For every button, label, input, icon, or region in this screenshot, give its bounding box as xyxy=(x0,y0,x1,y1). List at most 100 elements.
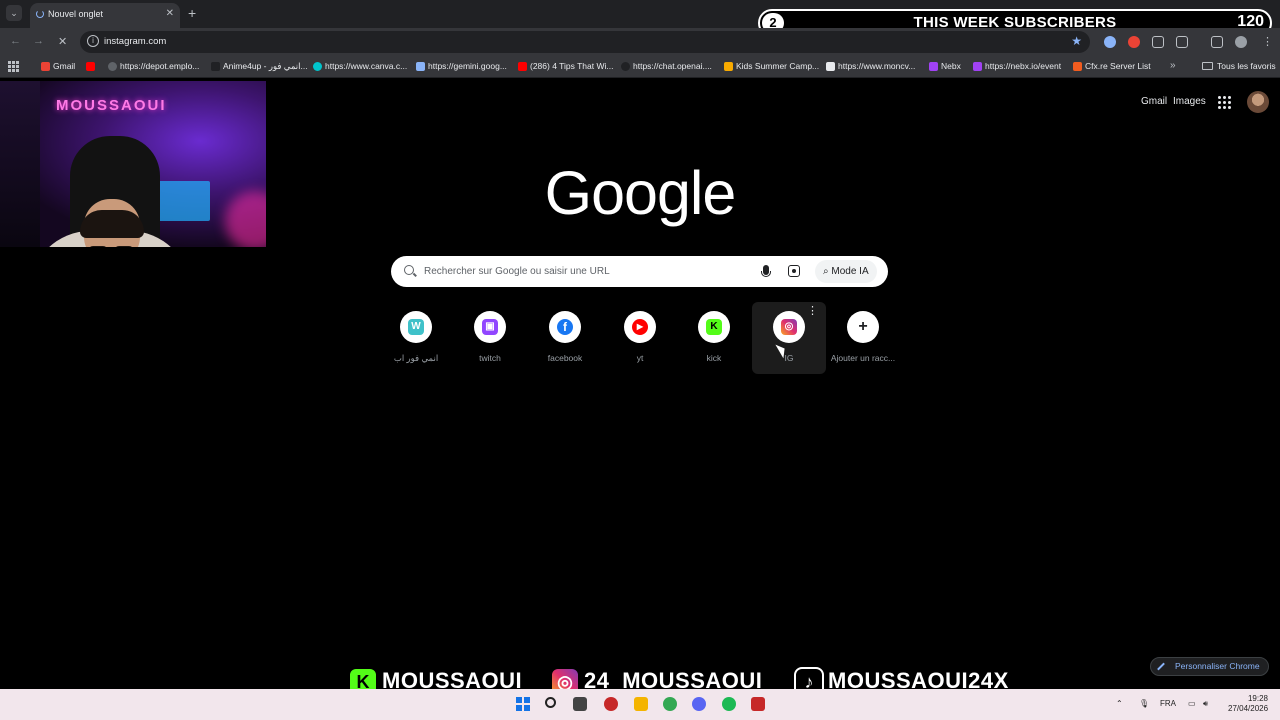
google-apps-icon[interactable] xyxy=(1218,96,1231,109)
new-tab-button[interactable]: + xyxy=(188,4,196,22)
back-icon[interactable]: ← xyxy=(10,35,21,47)
downloads-icon[interactable] xyxy=(1211,36,1223,48)
bookmarks-bar: Gmail https://depot.emplo... Anime4up - … xyxy=(0,56,1280,78)
bookmark-item[interactable]: Nebx xyxy=(929,61,961,71)
shortcut-icon-circle: ▶ xyxy=(624,311,656,343)
canva-icon xyxy=(313,62,322,71)
bookmark-item[interactable]: https://www.moncv... xyxy=(826,61,915,71)
youtube-icon xyxy=(86,62,95,71)
bookmarks-overflow-icon[interactable]: » xyxy=(1170,60,1176,71)
file-explorer-icon[interactable] xyxy=(634,697,648,711)
webcam-background xyxy=(0,81,40,247)
spotify-icon[interactable] xyxy=(722,697,736,711)
extension-record-icon[interactable] xyxy=(1128,36,1140,48)
forward-icon[interactable]: → xyxy=(33,35,44,47)
task-view-icon[interactable] xyxy=(573,697,587,711)
shortcut-instagram[interactable]: ◎ IG ⋮ xyxy=(752,302,826,374)
shortcut-label: twitch xyxy=(479,353,501,363)
google-logo: Google xyxy=(544,159,737,227)
language-indicator[interactable]: FRA xyxy=(1160,699,1176,708)
bookmark-item[interactable]: Gmail xyxy=(41,61,75,71)
bookmark-item[interactable]: https://nebx.io/event xyxy=(973,61,1061,71)
browser-menu-icon[interactable]: ⋮ xyxy=(1262,35,1273,48)
system-tray-chevron-icon[interactable]: ⌃ xyxy=(1116,699,1123,708)
tab-title: Nouvel onglet xyxy=(48,9,104,19)
bookmark-label: (286) 4 Tips That Wi... xyxy=(530,61,614,71)
shortcut-icon-circle: W xyxy=(400,311,432,343)
facebook-icon: f xyxy=(557,319,573,335)
gmail-icon xyxy=(41,62,50,71)
bookmark-item[interactable]: https://chat.openai.... xyxy=(621,61,712,71)
shortcut-label: facebook xyxy=(547,353,583,363)
apps-grid-icon[interactable] xyxy=(8,61,19,72)
shortcut-youtube[interactable]: ▶ yt xyxy=(603,302,677,374)
shortcut-twitch[interactable]: ▣ twitch xyxy=(453,302,527,374)
all-bookmarks-button[interactable]: Tous les favoris xyxy=(1202,61,1276,71)
network-icon[interactable]: ▭ xyxy=(1188,699,1196,708)
kick-icon: K xyxy=(706,319,722,335)
instagram-icon: ◎ xyxy=(781,319,797,335)
gmail-link[interactable]: Gmail xyxy=(1141,96,1167,107)
shortcut-anime4up[interactable]: W انمي فور اب xyxy=(379,302,453,374)
address-url[interactable]: instagram.com xyxy=(104,36,166,47)
taskbar-clock[interactable]: 19:28 27/04/2026 xyxy=(1228,694,1268,714)
bookmark-label: https://depot.emplo... xyxy=(120,61,200,71)
address-bar[interactable]: i instagram.com ★ xyxy=(80,31,1090,53)
bookmark-label: https://nebx.io/event xyxy=(985,61,1062,71)
bookmark-item[interactable]: https://gemini.goog... xyxy=(416,61,507,71)
bookmark-label: https://www.moncv... xyxy=(838,61,916,71)
images-link[interactable]: Images xyxy=(1173,96,1206,107)
shortcut-add[interactable]: + Ajouter un racc... xyxy=(826,302,900,374)
bookmark-item[interactable]: Anime4up - انمي فور... xyxy=(211,61,308,72)
game-icon[interactable] xyxy=(751,697,765,711)
shortcut-kick[interactable]: K kick xyxy=(677,302,751,374)
toolbar: ← → ✕ i instagram.com ★ ⋮ xyxy=(0,28,1280,56)
app-icon[interactable] xyxy=(604,697,618,711)
pencil-icon xyxy=(1157,662,1165,671)
search-icon xyxy=(404,265,414,275)
microphone-icon[interactable]: 🎙︎ xyxy=(1139,699,1149,708)
bookmark-item[interactable]: https://depot.emplo... xyxy=(108,61,199,71)
bookmark-label: Kids Summer Camp... xyxy=(736,61,820,71)
google-lens-icon[interactable] xyxy=(788,265,800,277)
extension-grid-icon[interactable] xyxy=(1152,36,1164,48)
extension-audio-icon[interactable] xyxy=(1104,36,1116,48)
mode-ia-label: Mode IA xyxy=(831,266,869,277)
site-info-icon[interactable]: i xyxy=(87,35,99,47)
tab-close-icon[interactable]: ✕ xyxy=(166,3,174,25)
stop-loading-icon[interactable]: ✕ xyxy=(58,35,67,48)
bookmark-item[interactable]: Cfx.re Server List xyxy=(1073,61,1151,71)
profile-avatar[interactable] xyxy=(1235,36,1247,48)
shortcut-icon-circle: f xyxy=(549,311,581,343)
bookmark-star-icon[interactable]: ★ xyxy=(1071,34,1082,48)
all-bookmarks-label: Tous les favoris xyxy=(1217,61,1276,71)
anime4up-icon xyxy=(211,62,220,71)
tab-search-button[interactable]: ⌄ xyxy=(6,5,22,21)
mode-ia-button[interactable]: ⌕ Mode IA xyxy=(815,260,877,283)
discord-icon[interactable] xyxy=(692,697,706,711)
voice-search-icon[interactable] xyxy=(761,265,771,277)
bookmark-label: Gmail xyxy=(53,61,76,71)
chrome-icon[interactable] xyxy=(663,697,677,711)
google-search-box[interactable]: ⌕ Mode IA xyxy=(391,256,888,287)
extensions-puzzle-icon[interactable] xyxy=(1176,36,1188,48)
search-input[interactable] xyxy=(424,262,754,280)
taskbar-search-icon[interactable] xyxy=(545,697,556,708)
nebx-icon xyxy=(929,62,938,71)
webcam-neon-sign: MOUSSAOUI xyxy=(56,97,167,114)
loading-spinner-icon xyxy=(36,10,44,18)
volume-icon[interactable]: 🔊︎ xyxy=(1203,699,1208,709)
shortcut-facebook[interactable]: f facebook xyxy=(528,302,602,374)
bookmark-item[interactable]: (286) 4 Tips That Wi... xyxy=(518,61,613,71)
windows-start-icon[interactable] xyxy=(516,697,530,711)
bookmark-item[interactable]: https://www.canva.c... xyxy=(313,61,407,71)
tab-new-tab[interactable]: Nouvel onglet ✕ xyxy=(30,3,180,28)
shortcut-more-icon[interactable]: ⋮ xyxy=(807,306,818,317)
google-account-avatar[interactable] xyxy=(1247,91,1269,113)
shortcut-label: Ajouter un racc... xyxy=(830,353,896,363)
shortcut-icon-circle: ◎ xyxy=(773,311,805,343)
bookmark-item[interactable]: Kids Summer Camp... xyxy=(724,61,819,71)
webcam-overlay: MOUSSAOUI xyxy=(0,81,266,247)
customize-chrome-button[interactable]: Personnaliser Chrome xyxy=(1150,657,1269,676)
plus-icon: + xyxy=(858,318,868,335)
